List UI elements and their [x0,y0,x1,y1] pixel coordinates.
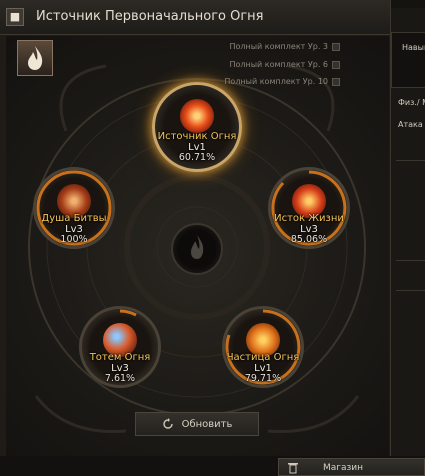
side-panel-tab[interactable]: Навык [391,32,425,88]
window-icon: ■ [6,8,24,26]
node-progress: 60.71% [178,152,216,163]
set-bonus-6: Полный комплект Ур. 6 [229,60,340,69]
divider [396,260,425,261]
set-bonus-checkbox [332,77,340,86]
stat-label: Физ./ М [398,98,425,107]
node-progress: 7.61% [104,373,136,384]
node-progress: 79.71% [244,373,282,384]
node-life-source[interactable]: Исток Жизни Lv3 85.06% [268,167,350,249]
stat-label: Атака с [398,120,425,129]
skill-window: ■ Источник Первоначального Огня Полный к… [0,0,391,476]
title-bar: ■ Источник Первоначального Огня [0,0,390,35]
set-bonus-checkbox [332,60,340,69]
node-name: Частица Огня [226,352,300,363]
node-progress: 85.06% [290,234,328,245]
trash-icon [288,463,298,474]
node-progress: 100% [60,234,88,245]
divider [396,290,425,291]
set-bonus-label: Полный комплект Ур. 3 [229,42,328,51]
shop-button[interactable]: Магазин [278,458,425,476]
node-fire-totem[interactable]: Тотем Огня Lv3 7.61% [79,306,161,388]
node-battle-soul[interactable]: Душа Битвы Lv3 100% [33,167,115,249]
fire-source-tab[interactable] [17,40,53,76]
node-fire-particle[interactable]: Частица Огня Lv1 79.71% [222,306,304,388]
divider [396,160,425,161]
flame-icon [191,235,204,259]
set-bonus-3: Полный комплект Ур. 3 [229,42,340,51]
set-bonus-label: Полный комплект Ур. 6 [229,60,328,69]
flame-icon [28,46,43,70]
fire-orb-icon [180,99,214,133]
set-bonus-10: Полный комплект Ур. 10 [224,77,340,86]
node-fire-source[interactable]: Источник Огня Lv1 60.71% [152,82,242,172]
node-name: Исток Жизни [274,213,344,224]
refresh-label: Обновить [181,418,233,430]
refresh-icon [162,418,173,429]
node-name: Душа Битвы [41,213,107,224]
shop-label: Магазин [323,463,364,473]
side-panel-tab-label: Навык [402,43,425,52]
node-name: Тотем Огня [89,352,151,363]
center-emblem [171,223,223,275]
refresh-button[interactable]: Обновить [135,412,259,436]
set-bonus-label: Полный комплект Ур. 10 [224,77,328,86]
node-name: Источник Огня [157,131,237,142]
window-title: Источник Первоначального Огня [36,9,264,24]
set-bonus-checkbox [332,42,340,51]
